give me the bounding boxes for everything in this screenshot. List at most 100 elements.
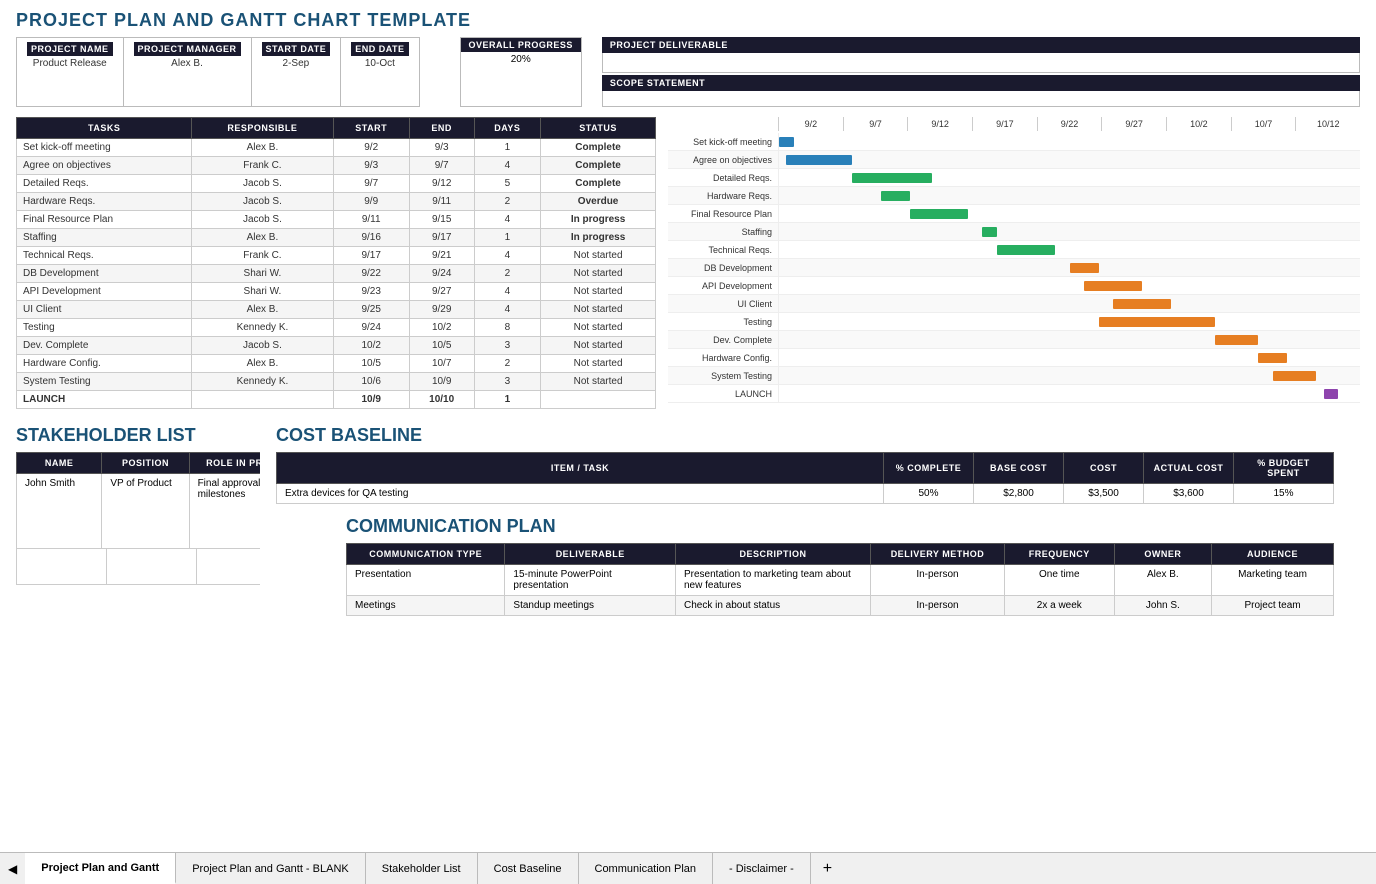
- cp-col-owner: OWNER: [1114, 544, 1211, 565]
- cp-owner: Alex B.: [1114, 565, 1211, 596]
- col-days: DAYS: [474, 118, 541, 139]
- task-days-cell: 1: [474, 229, 541, 247]
- gantt-row-bars: [778, 277, 1360, 294]
- sh-col-position: POSITION: [102, 453, 189, 474]
- task-start-cell: 9/17: [333, 247, 409, 265]
- cb-item: Extra devices for QA testing: [277, 484, 884, 504]
- tab-project-plan-blank[interactable]: Project Plan and Gantt - BLANK: [176, 853, 366, 884]
- task-responsible-cell: Alex B.: [192, 139, 333, 157]
- cb-base: $2,800: [974, 484, 1064, 504]
- task-days-cell: 3: [474, 373, 541, 391]
- meta-left: PROJECT NAME Product Release PROJECT MAN…: [16, 37, 420, 107]
- gantt-bar: [1324, 389, 1339, 399]
- tab-cost-baseline[interactable]: Cost Baseline: [478, 853, 579, 884]
- task-days-cell: 2: [474, 265, 541, 283]
- gantt-bar: [1070, 263, 1099, 273]
- gantt-bar: [910, 209, 968, 219]
- tab-nav-left[interactable]: ◀: [0, 853, 25, 884]
- task-start-cell: 9/11: [333, 211, 409, 229]
- gantt-bar: [1215, 335, 1259, 345]
- task-status-cell: Overdue: [541, 193, 656, 211]
- task-start-cell: 9/3: [333, 157, 409, 175]
- cb-budget: 15%: [1234, 484, 1334, 504]
- task-responsible-cell: Jacob S.: [192, 211, 333, 229]
- tab-bar: ◀ Project Plan and Gantt Project Plan an…: [0, 852, 1376, 884]
- task-days-cell: 4: [474, 157, 541, 175]
- task-start-cell: 9/16: [333, 229, 409, 247]
- task-start-cell: 10/2: [333, 337, 409, 355]
- sh-position: VP of Product: [102, 474, 189, 549]
- cp-deliverable: Standup meetings: [505, 596, 676, 616]
- gantt-chart: 9/29/79/129/179/229/2710/210/710/12 Set …: [668, 117, 1360, 403]
- gantt-row: Set kick-off meeting: [668, 133, 1360, 151]
- cp-freq: 2x a week: [1004, 596, 1114, 616]
- task-name-cell: UI Client: [17, 301, 192, 319]
- meta-manager-value: Alex B.: [134, 58, 241, 69]
- gantt-row: Hardware Config.: [668, 349, 1360, 367]
- task-name-cell: API Development: [17, 283, 192, 301]
- meta-manager-label: PROJECT MANAGER: [134, 42, 241, 56]
- task-end-cell: 10/2: [409, 319, 474, 337]
- task-row: Agree on objectives Frank C. 9/3 9/7 4 C…: [17, 157, 656, 175]
- cb-col-budget: % BUDGET SPENT: [1234, 453, 1334, 484]
- tab-communication-plan[interactable]: Communication Plan: [579, 853, 714, 884]
- task-days-cell: 8: [474, 319, 541, 337]
- meta-progress-label: OVERALL PROGRESS: [461, 38, 581, 52]
- bottom-panels-wrapper: STAKEHOLDER LIST NAME POSITION ROLE IN P…: [0, 417, 1376, 697]
- gantt-bar: [1084, 281, 1142, 291]
- gantt-bar: [779, 137, 794, 147]
- gantt-row-bars: [778, 349, 1360, 366]
- task-end-cell: 9/15: [409, 211, 474, 229]
- gantt-bar: [1099, 317, 1215, 327]
- cp-col-type: COMMUNICATION TYPE: [347, 544, 505, 565]
- cp-col-method: DELIVERY METHOD: [870, 544, 1004, 565]
- task-status-cell: In progress: [541, 229, 656, 247]
- meta-start-value: 2-Sep: [262, 58, 331, 69]
- cb-col-base: BASE COST: [974, 453, 1064, 484]
- task-name-cell: Agree on objectives: [17, 157, 192, 175]
- task-responsible-cell: Jacob S.: [192, 193, 333, 211]
- meta-manager-cell: PROJECT MANAGER Alex B.: [124, 38, 252, 106]
- cb-col-pct: % COMPLETE: [884, 453, 974, 484]
- tab-add-button[interactable]: +: [811, 853, 844, 884]
- task-start-cell: 10/9: [333, 391, 409, 409]
- task-start-cell: 9/22: [333, 265, 409, 283]
- tab-stakeholder-list[interactable]: Stakeholder List: [366, 853, 478, 884]
- meta-section: PROJECT NAME Product Release PROJECT MAN…: [0, 37, 1376, 107]
- tab-project-plan-gantt[interactable]: Project Plan and Gantt: [25, 853, 176, 884]
- gantt-row-bars: [778, 313, 1360, 330]
- task-days-cell: 2: [474, 355, 541, 373]
- task-name-cell: System Testing: [17, 373, 192, 391]
- task-start-cell: 10/6: [333, 373, 409, 391]
- gantt-row-label: Hardware Reqs.: [668, 191, 778, 201]
- tab-disclaimer[interactable]: - Disclaimer -: [713, 853, 811, 884]
- task-name-cell: Technical Reqs.: [17, 247, 192, 265]
- cb-col-item: ITEM / TASK: [277, 453, 884, 484]
- gantt-row: API Development: [668, 277, 1360, 295]
- col-end: END: [409, 118, 474, 139]
- task-name-cell: DB Development: [17, 265, 192, 283]
- gantt-row-bars: [778, 205, 1360, 222]
- task-status-cell: Not started: [541, 247, 656, 265]
- task-status-cell: Not started: [541, 283, 656, 301]
- cp-col-deliverable: DELIVERABLE: [505, 544, 676, 565]
- task-days-cell: 1: [474, 139, 541, 157]
- task-table: TASKS RESPONSIBLE START END DAYS STATUS …: [16, 117, 656, 409]
- task-end-cell: 10/10: [409, 391, 474, 409]
- cp-method: In-person: [870, 596, 1004, 616]
- gantt-header-row: 9/29/79/129/179/229/2710/210/710/12: [668, 117, 1360, 131]
- comm-header-row: COMMUNICATION TYPE DELIVERABLE DESCRIPTI…: [347, 544, 1334, 565]
- task-name-cell: Final Resource Plan: [17, 211, 192, 229]
- task-responsible-cell: Alex B.: [192, 301, 333, 319]
- task-days-cell: 2: [474, 193, 541, 211]
- gantt-row-bars: [778, 223, 1360, 240]
- cp-audience: Marketing team: [1212, 565, 1334, 596]
- task-responsible-cell: [192, 391, 333, 409]
- task-status-cell: Not started: [541, 301, 656, 319]
- task-row: UI Client Alex B. 9/25 9/29 4 Not starte…: [17, 301, 656, 319]
- cb-col-actual: ACTUAL COST: [1144, 453, 1234, 484]
- gantt-row-bars: [778, 385, 1360, 402]
- gantt-bar: [1273, 371, 1317, 381]
- task-end-cell: 9/17: [409, 229, 474, 247]
- task-start-cell: 9/24: [333, 319, 409, 337]
